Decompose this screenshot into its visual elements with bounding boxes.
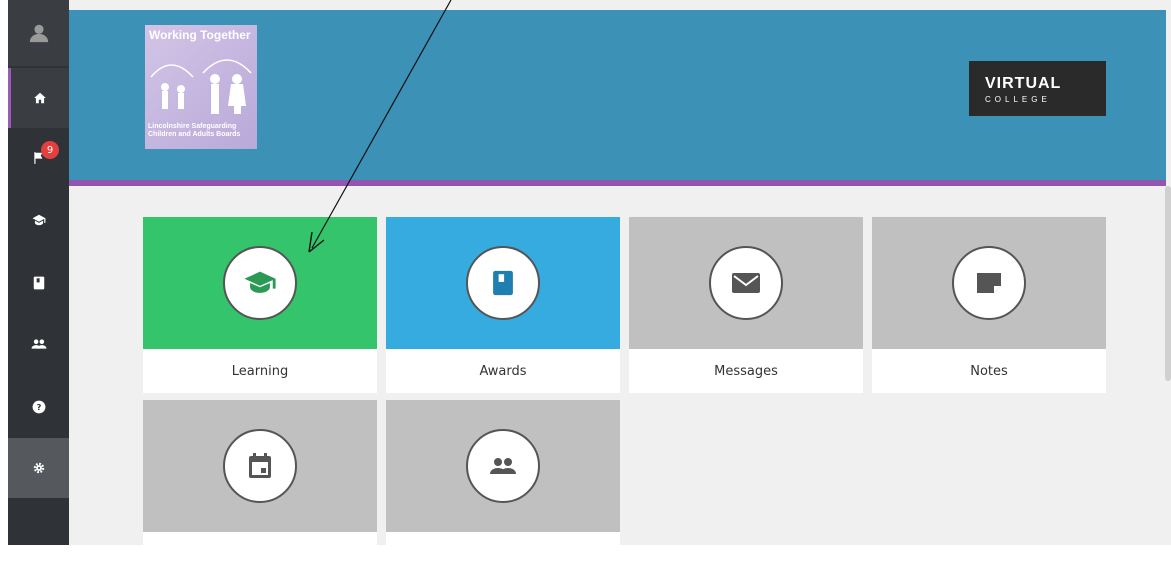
banner-accent-stripe [69, 180, 1166, 186]
scrollbar[interactable] [1165, 186, 1171, 381]
sidebar-item-groups[interactable] [8, 314, 69, 374]
partner-logo-sub: COLLEGE [985, 95, 1051, 104]
user-avatar-button[interactable] [8, 0, 69, 66]
tile-notes-header [872, 217, 1106, 349]
help-icon: ? [32, 400, 45, 414]
main-content: Working Together Lincolnshire Safeguardi… [69, 0, 1171, 576]
tile-awards-header [386, 217, 620, 349]
book-icon [493, 270, 513, 296]
tile-groups-badge [466, 429, 540, 503]
tile-awards[interactable]: Awards [386, 217, 620, 393]
users-icon [490, 458, 516, 474]
sidebar-item-help[interactable]: ? [8, 377, 69, 437]
gear-icon [33, 462, 44, 474]
envelope-icon [732, 273, 760, 293]
tile-awards-badge [466, 246, 540, 320]
tile-groups-label [386, 532, 620, 576]
family-umbrella-icon [150, 59, 252, 114]
tile-calendar-label [143, 532, 377, 576]
virtual-college-logo: VIRTUAL COLLEGE [969, 61, 1106, 116]
sidebar-item-notifications[interactable] [8, 128, 69, 188]
tile-messages-header [629, 217, 863, 349]
tile-learning-label: Learning [231, 363, 289, 379]
graduation-cap-icon [32, 214, 45, 226]
tile-messages-label: Messages [714, 363, 778, 379]
note-icon [977, 273, 1001, 293]
sidebar-item-home[interactable] [8, 68, 69, 128]
sidebar-item-learning[interactable] [8, 190, 69, 250]
tile-learning-badge [223, 246, 297, 320]
tile-messages-badge [709, 246, 783, 320]
tile-learning-header [143, 217, 377, 349]
graduation-cap-icon [244, 271, 276, 293]
tile-groups[interactable] [386, 400, 620, 576]
calendar-icon [249, 453, 271, 478]
book-icon [33, 276, 44, 290]
tile-calendar[interactable] [143, 400, 377, 576]
sidebar: 9 ? [8, 0, 69, 545]
svg-text:?: ? [36, 402, 41, 412]
working-together-logo: Working Together Lincolnshire Safeguardi… [145, 25, 257, 149]
tile-groups-header [386, 400, 620, 532]
user-icon [29, 24, 48, 43]
tile-messages[interactable]: Messages [629, 217, 863, 393]
users-icon [31, 339, 46, 349]
tile-learning[interactable]: Learning [143, 217, 377, 393]
tile-calendar-badge [223, 429, 297, 503]
tile-notes-label: Notes [970, 363, 1008, 379]
logo-title: Working Together [149, 28, 251, 42]
sidebar-item-awards[interactable] [8, 253, 69, 313]
sidebar-item-settings[interactable] [8, 438, 69, 498]
logo-subtitle: Lincolnshire Safeguarding Children and A… [148, 123, 241, 138]
notification-badge: 9 [41, 141, 59, 159]
partner-logo-main: VIRTUAL [985, 75, 1062, 92]
home-icon [34, 92, 46, 104]
tile-notes[interactable]: Notes [872, 217, 1106, 393]
tile-notes-badge [952, 246, 1026, 320]
tile-awards-label: Awards [479, 363, 527, 379]
tile-calendar-header [143, 400, 377, 532]
header-banner: Working Together Lincolnshire Safeguardi… [69, 10, 1166, 180]
